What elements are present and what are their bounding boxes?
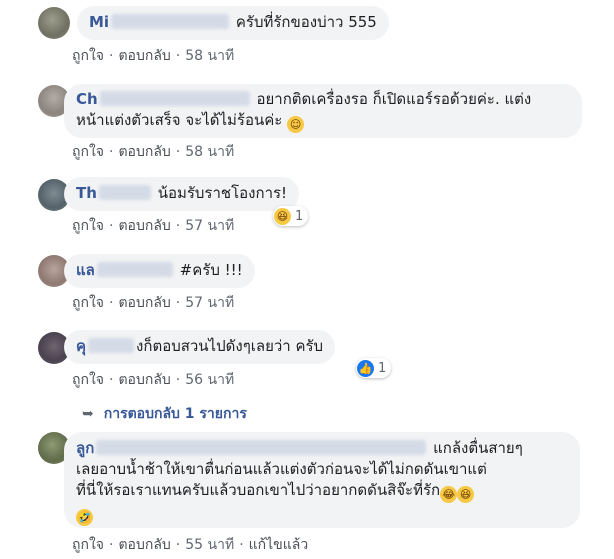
reply-arrow-icon: ➥ <box>82 406 94 422</box>
rofl-emoji-icon: 🤣 <box>76 509 93 526</box>
commenter-name[interactable]: Th <box>76 184 97 202</box>
blurred-name <box>96 262 173 277</box>
comment-text: เลยอาบน้ำช้าให้เขาตื่นก่อนแล้วแต่งตัวก่อ… <box>76 460 487 478</box>
reaction-summary[interactable]: 👍 1 <box>356 358 392 378</box>
comment-text: น้อมรับราชโองการ! <box>157 184 288 202</box>
reaction-count: 1 <box>378 360 387 376</box>
blurred-name <box>88 338 135 353</box>
laughing-emoji-icon: 😂 <box>440 486 458 503</box>
reply-link[interactable]: ตอบกลับ <box>118 218 170 234</box>
comment-actions: ถูกใจ · ตอบกลับ · 55 นาที · แก้ไขแล้ว <box>72 537 309 553</box>
timestamp[interactable]: 57 นาที <box>185 295 234 311</box>
comment-bubble: ลูก แกล้งตื่นสายๆ เลยอาบน้ำช้าให้เขาตื่น… <box>64 432 580 528</box>
like-link[interactable]: ถูกใจ <box>72 144 104 160</box>
comment-text: #ครับ !!! <box>179 261 243 279</box>
like-link[interactable]: ถูกใจ <box>72 218 104 234</box>
comment-actions: ถูกใจ · ตอบกลับ · 58 นาที <box>72 144 235 160</box>
comment-text: ที่นี่ให้รอเราแทนครับแล้วบอกเขาไปว่าอยาก… <box>76 481 441 499</box>
comment-text: หน้าแต่งตัวเสร็จ จะได้ไม่ร้อนค่ะ <box>76 111 283 129</box>
comment-actions: ถูกใจ · ตอบกลับ · 56 นาที <box>72 372 235 388</box>
like-reaction-icon: 👍 <box>357 359 374 377</box>
comment-bubble: Th น้อมรับราชโองการ! <box>64 177 300 211</box>
smile-emoji-icon: ☺ <box>287 116 305 133</box>
like-link[interactable]: ถูกใจ <box>72 295 104 311</box>
comment-text: งก็ตอบสวนไปดังๆเลยว่า ครับ <box>136 337 324 355</box>
commenter-name[interactable]: แล <box>76 261 95 279</box>
blurred-name <box>111 14 230 29</box>
comment-bubble: Mi ครับที่รักของบ่าว 555 <box>77 6 389 40</box>
avatar[interactable] <box>38 7 70 39</box>
timestamp[interactable]: 58 นาที <box>185 144 234 160</box>
comment-actions: ถูกใจ · ตอบกลับ · 57 นาที <box>72 218 235 234</box>
blurred-name <box>96 440 427 455</box>
commenter-name[interactable]: Mi <box>89 13 109 31</box>
commenter-name[interactable]: Ch <box>76 90 98 108</box>
reply-link[interactable]: ตอบกลับ <box>118 372 170 388</box>
view-replies-link[interactable]: ➥ การตอบกลับ 1 รายการ <box>82 403 247 425</box>
like-link[interactable]: ถูกใจ <box>72 372 104 388</box>
reply-link[interactable]: ตอบกลับ <box>118 295 170 311</box>
like-link[interactable]: ถูกใจ <box>72 48 104 64</box>
grinning-emoji-icon: 😆 <box>457 486 475 503</box>
blurred-name <box>99 91 250 106</box>
timestamp[interactable]: 57 นาที <box>185 218 234 234</box>
commenter-name[interactable]: คุ <box>76 337 86 355</box>
comment-bubble: คุ งก็ตอบสวนไปดังๆเลยว่า ครับ <box>64 330 336 364</box>
commenter-name[interactable]: ลูก <box>76 439 94 457</box>
view-replies-label[interactable]: การตอบกลับ 1 รายการ <box>104 406 247 422</box>
reaction-summary[interactable]: 😆 1 <box>273 206 309 226</box>
comment-text: อยากติดเครื่องรอ ก็เปิดแอร์รอด้วยค่ะ. แต… <box>256 90 532 108</box>
reply-link[interactable]: ตอบกลับ <box>118 537 170 553</box>
like-link[interactable]: ถูกใจ <box>72 537 104 553</box>
comment-bubble: Ch อยากติดเครื่องรอ ก็เปิดแอร์รอด้วยค่ะ.… <box>64 84 582 138</box>
blurred-name <box>98 185 151 200</box>
timestamp[interactable]: 58 นาที <box>185 48 234 64</box>
comment-text: ครับที่รักของบ่าว 555 <box>235 13 377 31</box>
comment-text: แกล้งตื่นสายๆ <box>433 439 523 457</box>
reply-link[interactable]: ตอบกลับ <box>118 144 170 160</box>
timestamp[interactable]: 55 นาที <box>185 537 234 553</box>
comment-bubble: แล #ครับ !!! <box>64 254 255 288</box>
timestamp[interactable]: 56 นาที <box>185 372 234 388</box>
comment-actions: ถูกใจ · ตอบกลับ · 58 นาที <box>72 48 235 64</box>
reaction-count: 1 <box>295 208 304 224</box>
reply-link[interactable]: ตอบกลับ <box>118 48 170 64</box>
laugh-reaction-icon: 😆 <box>274 207 291 225</box>
edited-label[interactable]: แก้ไขแล้ว <box>249 537 309 553</box>
comment-actions: ถูกใจ · ตอบกลับ · 57 นาที <box>72 295 235 311</box>
